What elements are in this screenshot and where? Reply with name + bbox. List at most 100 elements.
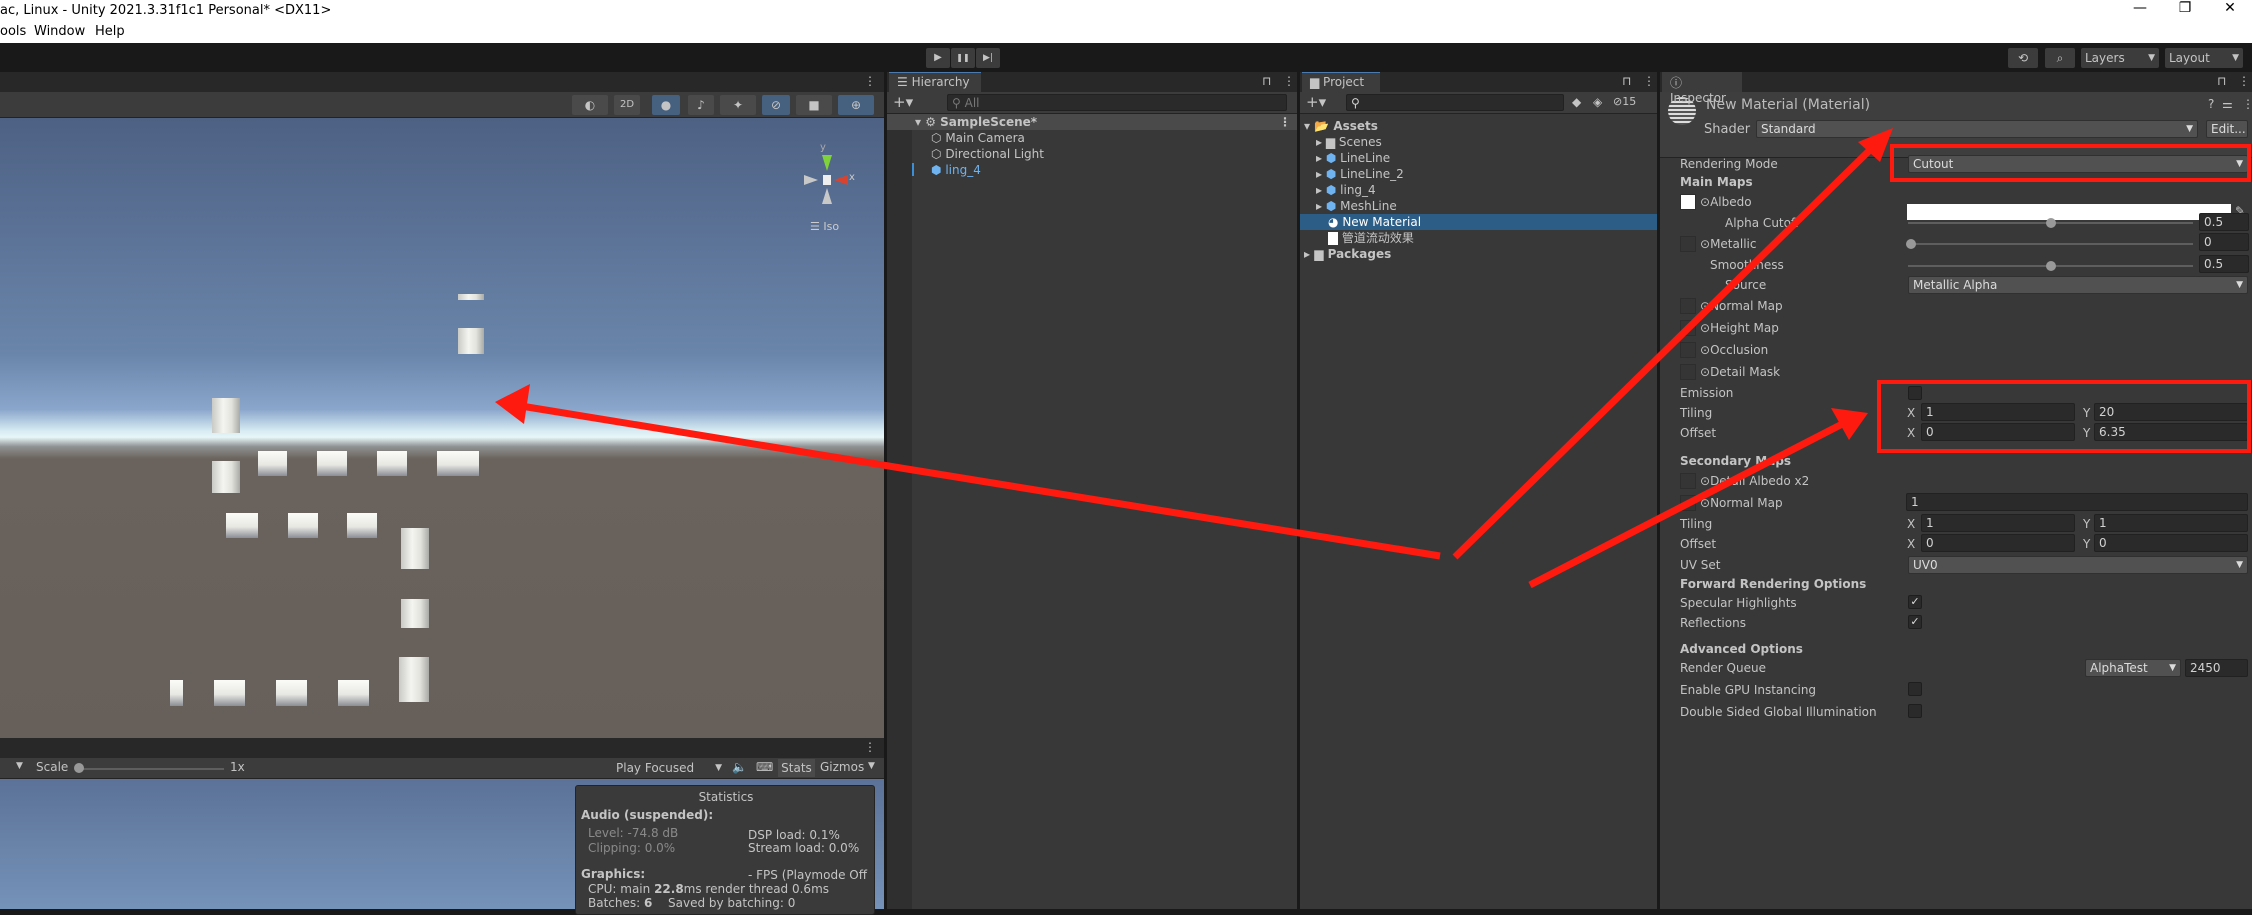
history-icon[interactable]: ⟲ <box>2008 48 2038 68</box>
scale-slider[interactable] <box>78 768 224 770</box>
lock-icon[interactable]: ⊓ <box>1262 74 1271 88</box>
folder-scenes[interactable]: ▸ ▆ Scenes <box>1316 134 1382 150</box>
metallic-texture-slot[interactable] <box>1680 236 1696 252</box>
pipe-segment[interactable] <box>437 451 479 476</box>
pipe-segment[interactable] <box>212 461 240 493</box>
asset-meshline[interactable]: ▸ ⬢ MeshLine <box>1316 198 1397 214</box>
keyboard-icon[interactable]: ⌨ <box>756 760 773 774</box>
effects-icon[interactable]: ✦ <box>720 95 756 115</box>
layout-dropdown[interactable]: Layout ▼ <box>2165 48 2243 68</box>
reflections-checkbox[interactable]: ✓ <box>1908 615 1922 629</box>
main-offset-y[interactable]: 6.35 <box>2094 423 2248 441</box>
more-icon[interactable]: ⋮ <box>2242 97 2252 111</box>
lock-icon[interactable]: ⊓ <box>2217 74 2226 88</box>
gizmo-center[interactable] <box>823 175 831 185</box>
asset-lineline-2[interactable]: ▸ ⬢ LineLine_2 <box>1316 166 1404 182</box>
smoothness-source-dropdown[interactable]: Metallic Alpha ▼ <box>1908 276 2248 294</box>
more-icon[interactable]: ⋮ <box>864 740 876 754</box>
alpha-cutoff-input[interactable]: 0.5 <box>2199 213 2249 231</box>
2d-toggle[interactable]: 2D <box>614 95 640 115</box>
pipe-segment[interactable] <box>377 451 407 476</box>
main-tiling-x[interactable]: 1 <box>1921 403 2075 421</box>
play-button[interactable]: ▶ <box>926 48 950 68</box>
minimize-button[interactable]: — <box>2120 0 2160 22</box>
edit-shader-button[interactable]: Edit... <box>2206 120 2248 138</box>
search-icon[interactable]: ⌕ <box>2045 48 2075 68</box>
metallic-slider[interactable] <box>1908 243 2193 245</box>
asset-new-material[interactable]: ◕ New Material <box>1300 214 1657 230</box>
hierarchy-item-directional-light[interactable]: ⬡ Directional Light <box>931 146 1044 162</box>
gizmo-y-axis[interactable] <box>822 155 832 171</box>
main-tiling-y[interactable]: 20 <box>2094 403 2248 421</box>
visibility-icon[interactable]: ⊘ <box>762 95 790 115</box>
search-by-type-icon[interactable]: ◆ <box>1572 95 1581 109</box>
tab-project[interactable]: ▆ Project <box>1302 72 1380 92</box>
more-icon[interactable]: ⋮ <box>2238 74 2250 88</box>
hierarchy-item-ling-4[interactable]: ⬢ ling_4 <box>931 162 981 178</box>
sec-offset-x[interactable]: 0 <box>1921 534 2075 552</box>
scene-row[interactable]: ▾ ⚙ SampleScene* ⋮ <box>887 114 1297 130</box>
gizmos-button[interactable]: Gizmos <box>820 760 864 774</box>
smoothness-input[interactable]: 0.5 <box>2199 255 2249 273</box>
mute-audio-icon[interactable]: 🔈 <box>732 760 747 774</box>
albedo-texture-slot[interactable] <box>1680 194 1696 210</box>
project-search-input[interactable]: ⚲ <box>1346 94 1564 111</box>
detail-mask-slot[interactable] <box>1680 364 1696 380</box>
more-icon[interactable]: ⋮ <box>1283 74 1295 88</box>
stats-button[interactable]: Stats <box>778 759 815 777</box>
pipe-segment[interactable] <box>317 451 347 476</box>
rendering-mode-dropdown[interactable]: Cutout ▼ <box>1908 155 2248 173</box>
hidden-packages-toggle[interactable]: ⊘15 <box>1613 95 1636 108</box>
pipe-segment[interactable] <box>276 680 307 706</box>
gizmo-neg-y-axis[interactable] <box>822 188 832 204</box>
pipe-segment[interactable] <box>347 513 377 538</box>
shading-mode-button[interactable]: ◐ <box>572 95 608 115</box>
layers-dropdown[interactable]: Layers ▼ <box>2081 48 2159 68</box>
gizmos-icon[interactable]: ⊕ <box>838 95 874 115</box>
uv-set-dropdown[interactable]: UV0 ▼ <box>1908 556 2248 574</box>
smoothness-knob[interactable] <box>2046 261 2056 271</box>
normal-map-slot[interactable] <box>1680 298 1696 314</box>
audio-icon[interactable]: ♪ <box>688 95 714 115</box>
pipe-segment[interactable] <box>288 513 318 538</box>
tab-hierarchy[interactable]: ☰ Hierarchy <box>889 72 981 92</box>
folder-packages[interactable]: ▸ ▆ Packages <box>1304 246 1391 262</box>
create-button[interactable]: +▾ <box>1306 93 1326 111</box>
render-queue-input[interactable]: 2450 <box>2185 659 2248 677</box>
metallic-input[interactable]: 0 <box>2199 233 2249 251</box>
camera-icon[interactable]: ■ <box>796 95 832 115</box>
aspect-dropdown-arrow[interactable]: ▼ <box>16 761 23 771</box>
more-icon[interactable]: ⋮ <box>1643 74 1655 88</box>
height-map-slot[interactable] <box>1680 320 1696 336</box>
menu-tools[interactable]: ools <box>0 24 26 39</box>
pipe-segment[interactable] <box>170 680 183 706</box>
sec-tiling-y[interactable]: 1 <box>2094 514 2248 532</box>
pipe-segment[interactable] <box>258 451 287 476</box>
sec-tiling-x[interactable]: 1 <box>1921 514 2075 532</box>
pipe-segment[interactable] <box>458 328 484 354</box>
gizmo-x-axis[interactable] <box>834 175 848 185</box>
pipe-segment[interactable] <box>401 599 429 628</box>
scale-slider-knob[interactable] <box>74 763 84 773</box>
pipe-segment[interactable] <box>338 680 369 706</box>
lock-icon[interactable]: ⊓ <box>1622 74 1631 88</box>
pipe-segment[interactable] <box>401 528 429 569</box>
close-button[interactable]: ✕ <box>2210 0 2250 22</box>
gizmo-neg-x-axis[interactable] <box>804 175 818 185</box>
emission-checkbox[interactable] <box>1908 386 1922 400</box>
step-button[interactable]: ▶| <box>976 48 1000 68</box>
alpha-cutoff-knob[interactable] <box>2046 218 2056 228</box>
pipe-segment[interactable] <box>226 513 258 538</box>
menu-help[interactable]: Help <box>95 24 125 39</box>
pipe-segment[interactable] <box>399 657 429 702</box>
pipe-segment[interactable] <box>214 680 245 706</box>
occlusion-slot[interactable] <box>1680 342 1696 358</box>
play-mode-dropdown[interactable]: Play Focused ▼ <box>616 759 726 777</box>
presets-icon[interactable]: ⚌ <box>2222 97 2233 111</box>
restore-button[interactable]: ❐ <box>2165 0 2205 22</box>
albedo-color-field[interactable] <box>1907 204 2231 220</box>
hierarchy-item-main-camera[interactable]: ⬡ Main Camera <box>931 130 1025 146</box>
render-queue-dropdown[interactable]: AlphaTest ▼ <box>2085 659 2181 677</box>
double-sided-gi-checkbox[interactable] <box>1908 704 1922 718</box>
folder-assets[interactable]: ▾ 📂 Assets <box>1304 118 1378 134</box>
